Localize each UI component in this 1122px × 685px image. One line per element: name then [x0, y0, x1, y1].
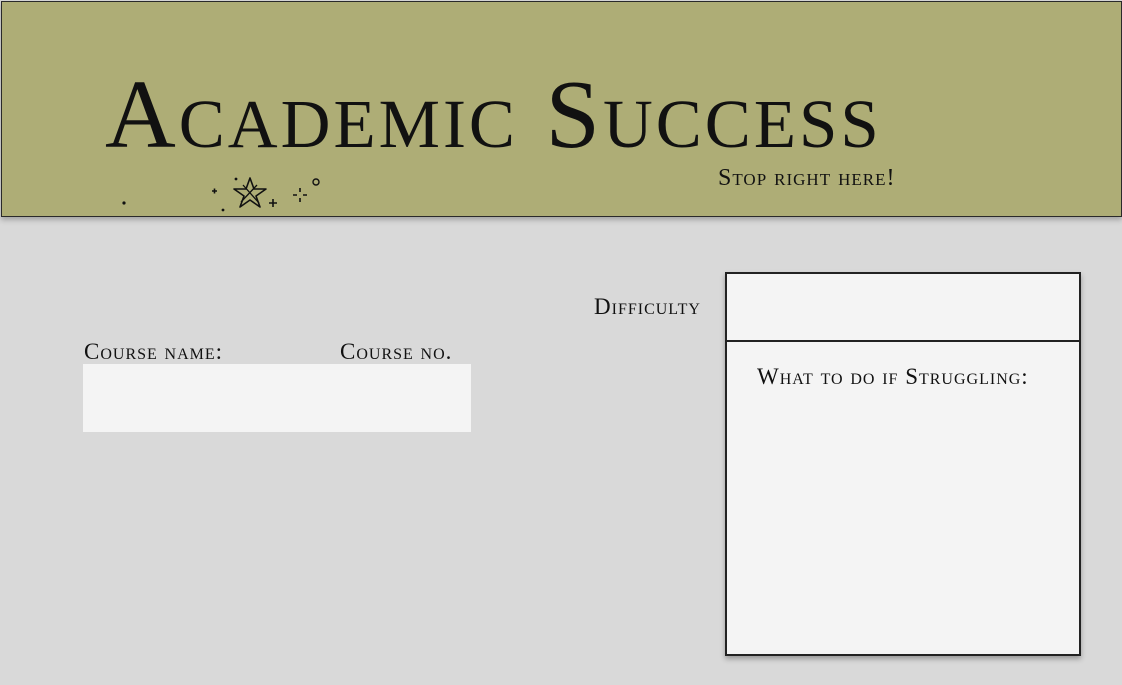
course-number-label: Course no. — [340, 339, 453, 364]
difficulty-label: Difficulty — [594, 294, 701, 319]
page-tagline: Stop right here! — [718, 165, 896, 191]
course-field[interactable] — [83, 364, 471, 432]
struggle-card: What to do if Struggling: — [725, 272, 1081, 656]
course-name-label: Course name: — [84, 339, 224, 364]
page-title: Academic Success — [105, 61, 882, 169]
struggle-heading: What to do if Struggling: — [757, 364, 1029, 389]
star-sparkles-icon — [122, 177, 320, 212]
difficulty-field[interactable] — [727, 274, 1079, 342]
header-banner: Academic Success Stop right here! — [1, 1, 1122, 217]
